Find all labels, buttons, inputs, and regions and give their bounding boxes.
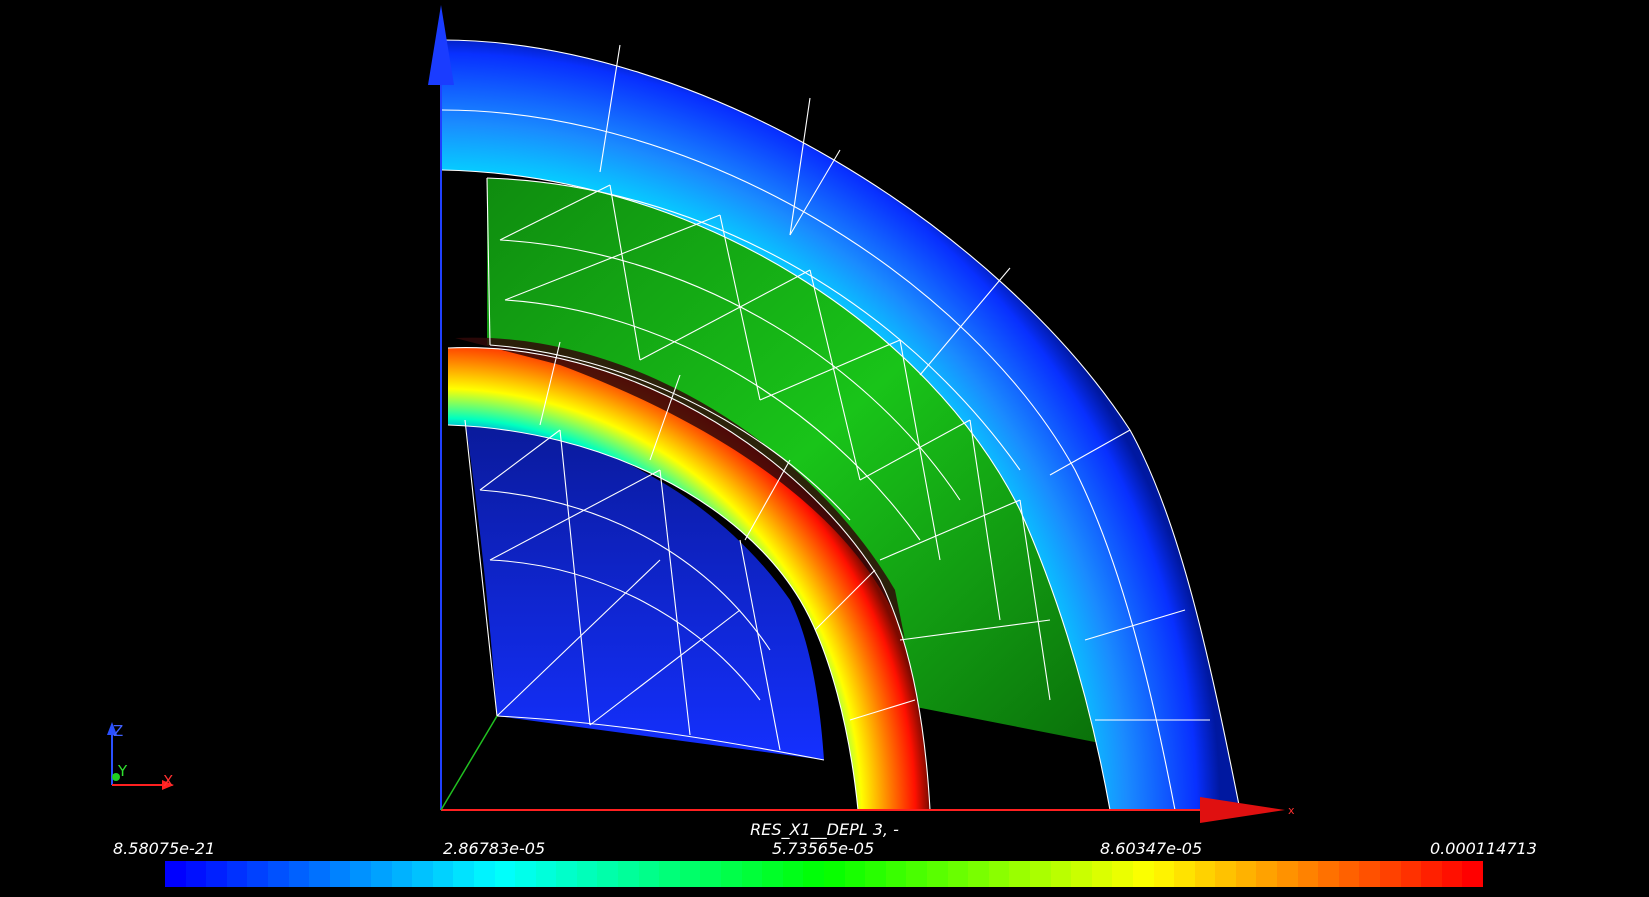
- scalar-bar-band: [453, 861, 474, 887]
- scalar-bar-band: [1256, 861, 1278, 887]
- scalar-bar-tick-min: 8.58075e-21: [113, 839, 216, 858]
- scalar-bar-band: [782, 861, 804, 887]
- scalar-bar-band: [762, 861, 783, 887]
- scalar-bar-band: [947, 861, 969, 887]
- triad-z-label: Z: [113, 722, 123, 740]
- scalar-bar-band: [885, 861, 907, 887]
- scalar-bar-band: [1462, 861, 1483, 887]
- scalar-bar-band: [1297, 861, 1319, 887]
- scalar-bar-band: [721, 861, 742, 887]
- scalar-bar-band: [659, 861, 680, 887]
- scalar-bar-band: [535, 861, 557, 887]
- scalar-bar-band: [350, 861, 371, 887]
- scalar-bar-band: [247, 861, 268, 887]
- scalar-bar-band: [679, 861, 701, 887]
- scalar-bar-band: [988, 861, 1010, 887]
- scalar-bar-band: [1071, 861, 1092, 887]
- scalar-bar-band: [185, 861, 207, 887]
- scalar-bar-band: [1132, 861, 1154, 887]
- scalar-bar-band: [370, 861, 392, 887]
- scalar-bar-band: [226, 861, 248, 887]
- orientation-triad: Z Y X: [107, 722, 174, 790]
- fem-3d-scene[interactable]: x Z Y X: [0, 0, 1649, 897]
- scalar-bar-band: [1174, 861, 1195, 887]
- scalar-bar-band: [165, 861, 186, 887]
- scalar-bar-band: [1194, 861, 1216, 887]
- scalar-bar-band: [618, 861, 639, 887]
- scalar-bar-band: [1029, 861, 1051, 887]
- scalar-bar-band: [1338, 861, 1360, 887]
- scalar-bar-tick-1: 2.86783e-05: [443, 839, 546, 858]
- scalar-bar-band: [824, 861, 845, 887]
- scalar-bar-band: [206, 861, 227, 887]
- scalar-bar-band: [576, 861, 598, 887]
- scalar-bar-band: [968, 861, 989, 887]
- y-axis-line: [440, 715, 498, 811]
- scalar-bar-band: [844, 861, 866, 887]
- scalar-bar-band: [1050, 861, 1072, 887]
- scalar-bar-title: RES_X1__DEPL 3, -: [750, 820, 899, 839]
- scalar-bar-band: [1215, 861, 1236, 887]
- scalar-bar-band: [597, 861, 619, 887]
- scalar-bar-band: [1318, 861, 1339, 887]
- scalar-bar-band: [1441, 861, 1463, 887]
- scalar-bar-tick-max: 0.000114713: [1430, 839, 1537, 858]
- scalar-bar-band: [1421, 861, 1442, 887]
- render-viewport[interactable]: x Z Y X RES_X1__DEPL 3, - 8.58075e-21 2.…: [0, 0, 1649, 897]
- scalar-bar-band: [1091, 861, 1113, 887]
- scalar-bar-tick-3: 8.60347e-05: [1100, 839, 1203, 858]
- scalar-bar-band: [1359, 861, 1381, 887]
- scalar-bar-band: [412, 861, 433, 887]
- scalar-bar-band: [1153, 861, 1175, 887]
- scalar-bar-band: [1235, 861, 1257, 887]
- triad-y-label: Y: [117, 762, 128, 780]
- scalar-bar-band: [906, 861, 927, 887]
- scalar-bar-band: [700, 861, 722, 887]
- scalar-bar-band: [803, 861, 824, 887]
- scalar-bar-band: [267, 861, 289, 887]
- scalar-bar-band: [288, 861, 310, 887]
- scalar-bar-band: [432, 861, 454, 887]
- scalar-bar-band: [391, 861, 413, 887]
- scalar-bar-band: [1009, 861, 1030, 887]
- scalar-bar-band: [638, 861, 660, 887]
- scalar-bar-band: [309, 861, 330, 887]
- scalar-bar-band: [1400, 861, 1422, 887]
- scalar-bar-band: [926, 861, 948, 887]
- scalar-bar-band: [1112, 861, 1133, 887]
- x-axis-label: x: [1288, 804, 1295, 817]
- scalar-bar-colormap: [165, 861, 1483, 887]
- scalar-bar-band: [1277, 861, 1298, 887]
- scalar-bar-band: [741, 861, 763, 887]
- scalar-bar-band: [865, 861, 886, 887]
- scalar-bar-tick-2: 5.73565e-05: [772, 839, 875, 858]
- scalar-bar-band: [329, 861, 351, 887]
- scalar-bar-band: [473, 861, 495, 887]
- scalar-bar-band: [1380, 861, 1401, 887]
- scalar-bar-band: [556, 861, 577, 887]
- triad-x-label: X: [163, 772, 173, 790]
- scalar-bar-band: [515, 861, 536, 887]
- scalar-bar-band: [494, 861, 516, 887]
